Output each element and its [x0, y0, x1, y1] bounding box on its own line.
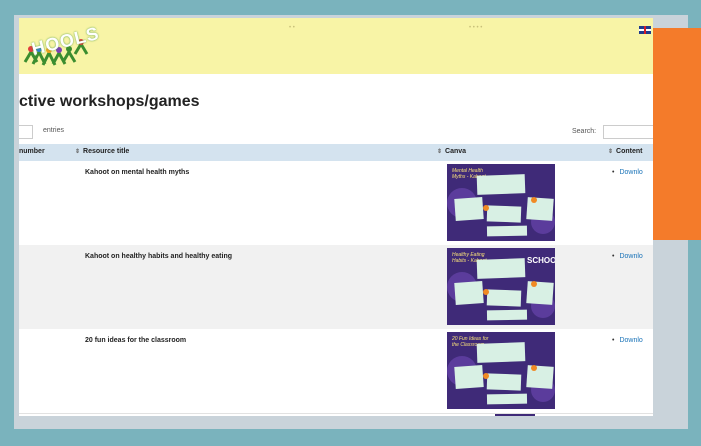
- download-link-label: Downlo: [619, 253, 643, 260]
- table-row: Kahoot on mental health myths Mental Hea…: [19, 161, 653, 246]
- canva-thumbnail[interactable]: Healthy Eating Habits - Kahoot SCHOOL: [447, 248, 555, 325]
- thumbnail-logo: SCHOOL: [527, 256, 555, 265]
- sort-icon: ⇕: [608, 149, 614, 155]
- pin-icon: [483, 289, 489, 295]
- thumbnail-note: [486, 205, 522, 223]
- table-header: number ⇕ Resource title ⇕ Canva ⇕ Content: [19, 144, 653, 161]
- site-logo[interactable]: HOOLS: [19, 18, 101, 74]
- site-banner: HOOLS • • • • • •: [19, 18, 653, 74]
- next-row-edge: [495, 414, 535, 416]
- thumbnail-note: [486, 393, 528, 405]
- screenshot: HOOLS • • • • • • ctive workshops/games …: [19, 18, 653, 416]
- thumbnail-note: [486, 289, 522, 307]
- uk-flag-icon[interactable]: [639, 26, 651, 34]
- thumbnail-note: [454, 365, 484, 389]
- canva-thumbnail[interactable]: 20 Fun Ideas for the Classroom: [447, 332, 555, 409]
- thumbnail-note: [486, 373, 522, 391]
- pin-icon: [483, 205, 489, 211]
- search-input[interactable]: [603, 125, 653, 139]
- page-title: ctive workshops/games: [19, 93, 200, 110]
- thumbnail-note: [476, 174, 526, 195]
- thumbnail-note: [476, 258, 526, 279]
- sort-icon: ⇕: [75, 149, 81, 155]
- download-link[interactable]: • Downlo: [612, 169, 643, 176]
- table-row: 20 fun ideas for the classroom 20 Fun Id…: [19, 329, 653, 414]
- table-controls: entries Search:: [19, 125, 653, 139]
- thumbnail-note: [476, 342, 526, 363]
- orange-accent-block: [653, 28, 701, 240]
- column-header-label: Canva: [445, 148, 467, 155]
- column-header-number[interactable]: number: [19, 148, 45, 155]
- download-link[interactable]: • Downlo: [612, 253, 643, 260]
- canva-thumbnail[interactable]: Mental Health Myths - Kahoot: [447, 164, 555, 241]
- pin-icon: [531, 365, 537, 371]
- download-link-label: Downlo: [619, 169, 643, 176]
- pin-icon: [531, 197, 537, 203]
- column-header-label: number: [19, 148, 45, 155]
- column-header-label: Content: [616, 148, 643, 155]
- sort-icon: ⇕: [437, 149, 443, 155]
- resource-title: 20 fun ideas for the classroom: [85, 337, 187, 344]
- download-link[interactable]: • Downlo: [612, 337, 643, 344]
- pin-icon: [531, 281, 537, 287]
- resource-title: Kahoot on mental health myths: [85, 169, 190, 176]
- search-label: Search:: [572, 128, 597, 135]
- bullet-icon: •: [612, 169, 615, 176]
- nav-dots-icon: • • • •: [469, 25, 483, 31]
- column-header-resource-title[interactable]: ⇕ Resource title: [75, 148, 129, 155]
- pin-icon: [483, 373, 489, 379]
- thumbnail-note: [454, 281, 484, 305]
- bullet-icon: •: [612, 337, 615, 344]
- entries-label: entries: [43, 127, 65, 134]
- thumbnail-note: [454, 197, 484, 221]
- resource-title: Kahoot on healthy habits and healthy eat…: [85, 253, 233, 260]
- column-header-canva[interactable]: ⇕ Canva: [437, 148, 466, 155]
- thumbnail-note: [486, 309, 528, 321]
- table-row: Kahoot on healthy habits and healthy eat…: [19, 245, 653, 330]
- download-link-label: Downlo: [619, 337, 643, 344]
- bullet-icon: •: [612, 253, 615, 260]
- thumbnail-note: [486, 225, 528, 237]
- nav-dots-icon: • •: [289, 25, 295, 31]
- column-header-label: Resource title: [83, 148, 130, 155]
- column-header-content[interactable]: ⇕ Content: [608, 148, 642, 155]
- entries-length-select[interactable]: [19, 125, 33, 139]
